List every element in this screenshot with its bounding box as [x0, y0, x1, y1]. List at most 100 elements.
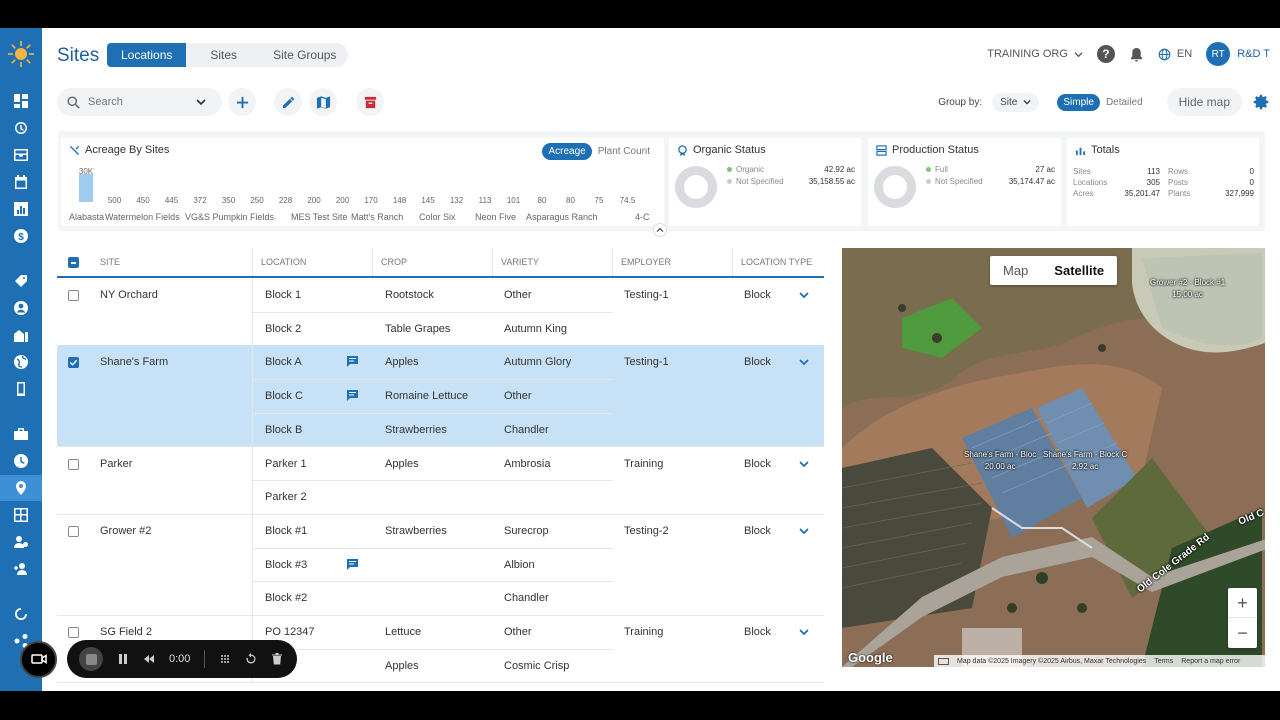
detailed-view-button[interactable]: Detailed: [1100, 94, 1149, 111]
rewind-icon[interactable]: [143, 653, 155, 665]
simple-view-button[interactable]: Simple: [1057, 93, 1100, 111]
chevron-down-icon[interactable]: [799, 627, 809, 637]
terms-link[interactable]: Terms: [1154, 658, 1173, 665]
map-label-shanes-farm-a[interactable]: Shane's Farm - Bloc 20.00 ac: [964, 450, 1036, 471]
row-checkbox[interactable]: [68, 290, 79, 301]
chevron-down-icon[interactable]: [799, 459, 809, 469]
notes-icon[interactable]: [346, 355, 359, 368]
location-cell[interactable]: Block B: [265, 413, 302, 447]
user-menu[interactable]: RT R&D T: [1206, 42, 1270, 66]
report-map-error-link[interactable]: Report a map error: [1181, 658, 1240, 665]
zoom-in-button[interactable]: +: [1228, 588, 1257, 618]
map-label-shanes-farm-c[interactable]: Shane's Farm - Block C 2.92 ac: [1043, 450, 1127, 471]
row-checkbox[interactable]: [68, 458, 79, 470]
site-name[interactable]: NY Orchard: [100, 278, 158, 312]
crop-cell: Romaine Lettuce: [385, 390, 469, 403]
bell-icon[interactable]: [1129, 47, 1144, 62]
collapse-panels-icon[interactable]: [653, 223, 667, 237]
sidebar-user-group-icon[interactable]: [0, 529, 42, 555]
sidebar-tag-icon[interactable]: [0, 268, 42, 294]
location-cell[interactable]: Parker 1: [265, 447, 307, 481]
notes-icon[interactable]: [346, 389, 359, 402]
sidebar-globe-icon[interactable]: [0, 349, 42, 375]
add-button[interactable]: [228, 88, 256, 116]
select-all-checkbox[interactable]: [68, 257, 79, 268]
chevron-down-icon[interactable]: [799, 526, 809, 536]
row-checkbox[interactable]: [68, 357, 79, 369]
location-cell[interactable]: Block #2: [265, 581, 307, 615]
tab-locations[interactable]: Locations: [107, 43, 187, 67]
sidebar-calendar-icon[interactable]: [0, 169, 42, 195]
satellite-map[interactable]: Map Satellite Grower #2 - Block #1 15.00 …: [842, 248, 1265, 667]
site-name[interactable]: Grower #2: [100, 514, 151, 548]
chevron-down-icon[interactable]: [799, 290, 809, 300]
pause-icon[interactable]: [117, 653, 129, 665]
location-cell[interactable]: Block A: [265, 345, 302, 379]
column-header-variety[interactable]: VARIETY: [492, 248, 612, 277]
table-row-group[interactable]: NY Orchard Block 1 Rootstock Other Block 2 Ta…: [57, 278, 824, 347]
sidebar-inbox-icon[interactable]: [0, 142, 42, 168]
sidebar-user-icon[interactable]: [0, 295, 42, 321]
table-row-group[interactable]: Grower #2 Block #1 Strawberries Surecrop Blo…: [57, 513, 824, 616]
sidebar-buildings-icon[interactable]: [0, 322, 42, 348]
stop-recording-button[interactable]: [79, 647, 103, 671]
sidebar-sync-icon[interactable]: [0, 601, 42, 627]
site-name[interactable]: Parker: [100, 447, 132, 481]
column-header-location-type[interactable]: LOCATION TYPE: [732, 248, 824, 277]
sidebar-reports-icon[interactable]: [0, 196, 42, 222]
map-view-button[interactable]: Map: [990, 256, 1041, 285]
map-label-grower-2[interactable]: Grower #2 - Block #1 15.00 ac: [1150, 278, 1225, 299]
language-selector[interactable]: EN: [1158, 48, 1192, 61]
sidebar-add-user-icon[interactable]: [0, 556, 42, 582]
satellite-view-button[interactable]: Satellite: [1041, 256, 1117, 285]
column-header-site[interactable]: SITE: [92, 248, 120, 277]
trash-icon[interactable]: [271, 653, 283, 665]
location-cell[interactable]: Block 2: [265, 312, 301, 346]
location-cell[interactable]: Parker 2: [265, 480, 307, 514]
sidebar-dollar-icon[interactable]: $: [0, 223, 42, 249]
group-by-dropdown[interactable]: Site: [992, 92, 1040, 112]
sidebar-history-icon[interactable]: [0, 448, 42, 474]
chevron-down-icon[interactable]: [799, 357, 809, 367]
column-header-employer[interactable]: EMPLOYER: [612, 248, 732, 277]
table-row-group[interactable]: Parker Parker 1 Apples Ambrosia Parker 2 Trai…: [57, 446, 824, 515]
org-selector[interactable]: TRAINING ORG: [987, 48, 1083, 60]
sidebar-dashboard-icon[interactable]: [0, 88, 42, 114]
sidebar-mobile-icon[interactable]: [0, 376, 42, 402]
restart-icon[interactable]: [245, 653, 257, 665]
tab-site-groups[interactable]: Site Groups: [261, 43, 348, 67]
sidebar-briefcase-icon[interactable]: [0, 421, 42, 447]
table-row-group[interactable]: Shane's Farm Block A Apples Autumn Glory Blo…: [57, 345, 824, 448]
sidebar-timer-icon[interactable]: [0, 115, 42, 141]
camera-button[interactable]: [20, 640, 57, 678]
notes-icon[interactable]: [346, 558, 359, 570]
zoom-out-button[interactable]: −: [1228, 618, 1257, 648]
keyboard-icon[interactable]: [938, 657, 949, 665]
help-icon[interactable]: ?: [1096, 45, 1115, 63]
variety-cell: Albion: [504, 558, 535, 571]
location-cell[interactable]: Block C: [265, 379, 303, 413]
tab-sites[interactable]: Sites: [186, 43, 261, 67]
sidebar-location-pin-icon[interactable]: [0, 475, 42, 501]
chevron-down-icon[interactable]: [196, 97, 206, 107]
row-checkbox[interactable]: [68, 627, 79, 638]
column-header-crop[interactable]: CROP: [372, 248, 492, 277]
edit-button[interactable]: [274, 88, 302, 116]
acreage-bar[interactable]: [79, 174, 93, 202]
site-name[interactable]: Shane's Farm: [100, 345, 168, 379]
sidebar-grid-icon[interactable]: [0, 502, 42, 528]
row-checkbox[interactable]: [68, 525, 79, 537]
hide-map-button[interactable]: Hide map: [1166, 88, 1242, 116]
location-cell[interactable]: Block #1: [265, 514, 307, 548]
search-box[interactable]: [57, 88, 222, 116]
recorder-controls: 0:00: [67, 640, 298, 678]
gear-icon[interactable]: [1252, 93, 1270, 111]
column-header-location[interactable]: LOCATION: [252, 248, 372, 277]
archive-button[interactable]: [356, 88, 384, 116]
map-attribution-bar: Map data ©2025 Imagery ©2025 Airbus, Max…: [934, 655, 1265, 667]
search-input[interactable]: [88, 96, 188, 108]
drag-handle-icon[interactable]: [219, 653, 231, 665]
location-cell[interactable]: Block #3: [265, 548, 307, 582]
map-button[interactable]: [309, 88, 337, 116]
location-cell[interactable]: Block 1: [265, 278, 301, 312]
